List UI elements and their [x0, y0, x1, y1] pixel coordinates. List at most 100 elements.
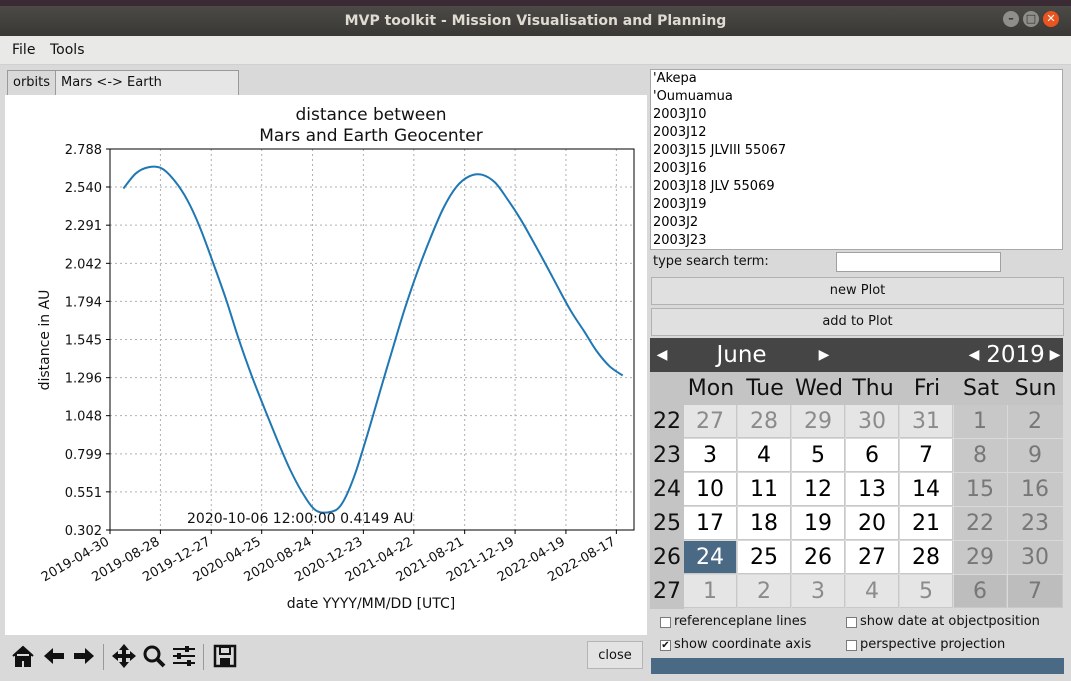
calendar-day-selected[interactable]: 24: [684, 541, 737, 574]
maximize-icon[interactable]: □: [1023, 11, 1039, 27]
calendar-day[interactable]: 30: [1008, 541, 1063, 574]
calendar-day[interactable]: 26: [792, 541, 845, 574]
calendar-day[interactable]: 3: [792, 575, 845, 608]
distance-chart: distance between Mars and Earth Geocente…: [37, 105, 635, 612]
referenceplane-lines-checkbox[interactable]: [660, 617, 671, 628]
calendar-day[interactable]: 30: [846, 405, 899, 438]
home-icon[interactable]: [9, 641, 37, 671]
list-item[interactable]: 2003J15 JLVIII 55067: [651, 142, 1062, 160]
close-window-icon[interactable]: ✕: [1043, 11, 1059, 27]
calendar-day[interactable]: 6: [954, 575, 1007, 608]
next-month-icon[interactable]: ▶: [816, 338, 832, 372]
calendar-day[interactable]: 1: [684, 575, 737, 608]
prev-year-icon[interactable]: ◀: [966, 338, 982, 372]
week-number: 24: [650, 473, 684, 507]
pan-icon[interactable]: [110, 641, 138, 671]
day-name: Wed: [792, 372, 846, 405]
calendar-day[interactable]: 29: [792, 405, 845, 438]
list-item[interactable]: 2003J2: [651, 214, 1062, 232]
show-date-objectposition-label: show date at objectposition: [860, 614, 1040, 629]
calendar-day[interactable]: 27: [846, 541, 899, 574]
toolbar-separator: [103, 644, 104, 670]
search-input[interactable]: [836, 252, 1001, 272]
object-listbox[interactable]: 'Akepa 'Oumuamua 2003J10 2003J12 2003J15…: [650, 69, 1063, 250]
calendar-day[interactable]: 27: [684, 405, 737, 438]
forward-arrow-icon[interactable]: [70, 641, 98, 671]
list-item[interactable]: 2003J23: [651, 232, 1062, 249]
list-item[interactable]: 'Oumuamua: [651, 88, 1062, 106]
day-name: Tue: [738, 372, 792, 405]
y-tick-label: 2.291: [65, 219, 102, 234]
calendar-day[interactable]: 29: [954, 541, 1007, 574]
chart-title-line1: distance between: [296, 105, 447, 125]
tab-orbits[interactable]: orbits: [7, 70, 59, 96]
new-plot-button[interactable]: new Plot: [651, 277, 1064, 305]
calendar-day[interactable]: 10: [684, 473, 737, 506]
calendar-day[interactable]: 17: [684, 507, 737, 540]
day-name: Thu: [846, 372, 900, 405]
calendar-header: ◀ June ▶ ◀ 2019 ▶: [650, 338, 1063, 372]
list-item[interactable]: 2003J10: [651, 106, 1062, 124]
calendar-day[interactable]: 20: [846, 507, 899, 540]
show-coordinate-axis-label: show coordinate axis: [674, 637, 812, 652]
next-year-icon[interactable]: ▶: [1048, 338, 1062, 372]
calendar-day[interactable]: 22: [954, 507, 1007, 540]
calendar-day[interactable]: 28: [900, 541, 953, 574]
referenceplane-lines-label: referenceplane lines: [674, 614, 807, 629]
plot-canvas[interactable]: distance between Mars and Earth Geocente…: [5, 95, 647, 635]
calendar-day[interactable]: 9: [1008, 439, 1063, 472]
close-plot-button[interactable]: close: [587, 641, 643, 669]
calendar-day[interactable]: 5: [900, 575, 953, 608]
back-arrow-icon[interactable]: [40, 641, 68, 671]
calendar-day[interactable]: 28: [738, 405, 791, 438]
calendar-day[interactable]: 2: [1008, 405, 1063, 438]
toolbar-separator: [203, 644, 204, 670]
window-title: MVP toolkit - Mission Visualisation and …: [344, 13, 727, 29]
list-item[interactable]: 2003J12: [651, 124, 1062, 142]
prev-month-icon[interactable]: ◀: [654, 338, 670, 372]
calendar-day[interactable]: 16: [1008, 473, 1063, 506]
list-item[interactable]: 2003J18 JLV 55069: [651, 178, 1062, 196]
calendar-day[interactable]: 15: [954, 473, 1007, 506]
configure-subplots-icon[interactable]: [170, 641, 198, 671]
calendar-day[interactable]: 2: [738, 575, 791, 608]
calendar-day[interactable]: 19: [792, 507, 845, 540]
calendar-day[interactable]: 21: [900, 507, 953, 540]
y-tick-label: 1.048: [65, 410, 102, 425]
calendar-day[interactable]: 31: [900, 405, 953, 438]
perspective-projection-checkbox[interactable]: [846, 640, 857, 651]
list-item[interactable]: 'Akepa: [651, 70, 1062, 88]
distance-series-line: [122, 165, 624, 514]
calendar-day[interactable]: 6: [846, 439, 899, 472]
tab-mars-earth[interactable]: Mars <-> Earth Geocenter: [55, 70, 239, 114]
list-item[interactable]: 2003J19: [651, 196, 1062, 214]
calendar-day[interactable]: 25: [738, 541, 791, 574]
calendar-day[interactable]: 12: [792, 473, 845, 506]
calendar-day[interactable]: 23: [1008, 507, 1063, 540]
calendar-day[interactable]: 18: [738, 507, 791, 540]
cursor-annotation: 2020-10-06 12:00:00 0.4149 AU: [187, 511, 413, 527]
y-tick-label: 1.296: [65, 372, 102, 387]
calendar-day[interactable]: 11: [738, 473, 791, 506]
calendar-day[interactable]: 7: [1008, 575, 1063, 608]
calendar-day[interactable]: 14: [900, 473, 953, 506]
save-icon[interactable]: [211, 641, 239, 671]
calendar-day[interactable]: 5: [792, 439, 845, 472]
calendar-day[interactable]: 13: [846, 473, 899, 506]
calendar-month: June: [716, 342, 767, 368]
list-item[interactable]: 2003J16: [651, 160, 1062, 178]
plot-toolbar: [5, 637, 647, 677]
calendar-day[interactable]: 1: [954, 405, 1007, 438]
show-coordinate-axis-checkbox[interactable]: ✔: [660, 640, 671, 651]
minimize-icon[interactable]: –: [1003, 11, 1019, 27]
calendar-day[interactable]: 7: [900, 439, 953, 472]
menu-file[interactable]: File: [12, 36, 35, 64]
show-date-objectposition-checkbox[interactable]: [846, 617, 857, 628]
menu-tools[interactable]: Tools: [50, 36, 85, 64]
calendar-day[interactable]: 3: [684, 439, 737, 472]
calendar-day[interactable]: 8: [954, 439, 1007, 472]
calendar-day[interactable]: 4: [738, 439, 791, 472]
zoom-icon[interactable]: [140, 641, 168, 671]
add-to-plot-button[interactable]: add to Plot: [651, 308, 1064, 336]
calendar-day[interactable]: 4: [846, 575, 899, 608]
